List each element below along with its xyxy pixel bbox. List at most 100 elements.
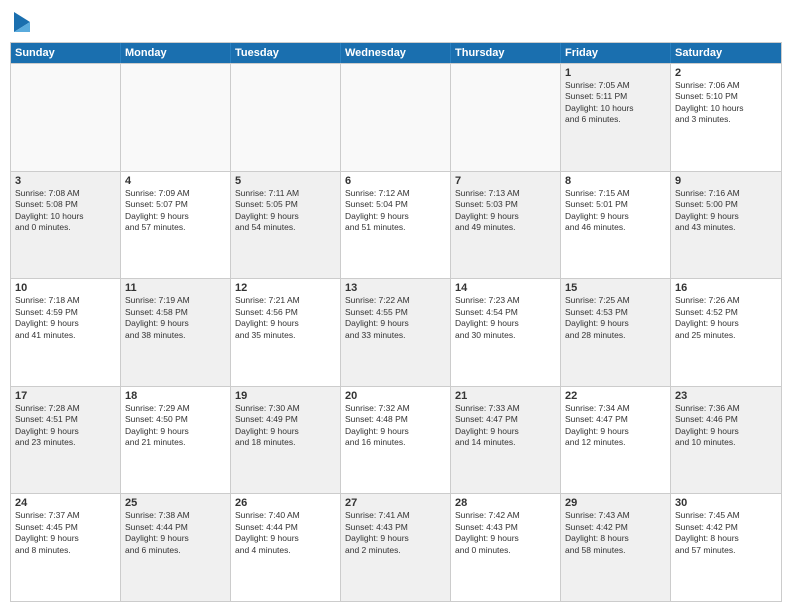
- header-day-sunday: Sunday: [11, 43, 121, 63]
- calendar-cell: [341, 64, 451, 171]
- calendar-cell: 4Sunrise: 7:09 AM Sunset: 5:07 PM Daylig…: [121, 172, 231, 279]
- day-info: Sunrise: 7:43 AM Sunset: 4:42 PM Dayligh…: [565, 510, 666, 556]
- day-number: 13: [345, 282, 446, 294]
- calendar-cell: 10Sunrise: 7:18 AM Sunset: 4:59 PM Dayli…: [11, 279, 121, 386]
- day-info: Sunrise: 7:11 AM Sunset: 5:05 PM Dayligh…: [235, 188, 336, 234]
- day-number: 15: [565, 282, 666, 294]
- header: [10, 10, 782, 34]
- calendar-cell: 14Sunrise: 7:23 AM Sunset: 4:54 PM Dayli…: [451, 279, 561, 386]
- calendar-cell: 27Sunrise: 7:41 AM Sunset: 4:43 PM Dayli…: [341, 494, 451, 601]
- calendar-row-3: 17Sunrise: 7:28 AM Sunset: 4:51 PM Dayli…: [11, 386, 781, 494]
- day-number: 14: [455, 282, 556, 294]
- calendar-row-4: 24Sunrise: 7:37 AM Sunset: 4:45 PM Dayli…: [11, 493, 781, 601]
- day-info: Sunrise: 7:12 AM Sunset: 5:04 PM Dayligh…: [345, 188, 446, 234]
- calendar-row-2: 10Sunrise: 7:18 AM Sunset: 4:59 PM Dayli…: [11, 278, 781, 386]
- day-number: 8: [565, 175, 666, 187]
- calendar-cell: 22Sunrise: 7:34 AM Sunset: 4:47 PM Dayli…: [561, 387, 671, 494]
- day-info: Sunrise: 7:15 AM Sunset: 5:01 PM Dayligh…: [565, 188, 666, 234]
- day-number: 4: [125, 175, 226, 187]
- page: SundayMondayTuesdayWednesdayThursdayFrid…: [0, 0, 792, 612]
- calendar-cell: 20Sunrise: 7:32 AM Sunset: 4:48 PM Dayli…: [341, 387, 451, 494]
- day-info: Sunrise: 7:09 AM Sunset: 5:07 PM Dayligh…: [125, 188, 226, 234]
- day-info: Sunrise: 7:40 AM Sunset: 4:44 PM Dayligh…: [235, 510, 336, 556]
- day-number: 12: [235, 282, 336, 294]
- day-info: Sunrise: 7:23 AM Sunset: 4:54 PM Dayligh…: [455, 295, 556, 341]
- header-day-tuesday: Tuesday: [231, 43, 341, 63]
- day-number: 18: [125, 390, 226, 402]
- calendar-cell: 21Sunrise: 7:33 AM Sunset: 4:47 PM Dayli…: [451, 387, 561, 494]
- calendar-cell: 30Sunrise: 7:45 AM Sunset: 4:42 PM Dayli…: [671, 494, 781, 601]
- day-info: Sunrise: 7:28 AM Sunset: 4:51 PM Dayligh…: [15, 403, 116, 449]
- calendar-cell: 16Sunrise: 7:26 AM Sunset: 4:52 PM Dayli…: [671, 279, 781, 386]
- calendar-cell: 6Sunrise: 7:12 AM Sunset: 5:04 PM Daylig…: [341, 172, 451, 279]
- calendar-cell: [451, 64, 561, 171]
- header-day-monday: Monday: [121, 43, 231, 63]
- day-number: 27: [345, 497, 446, 509]
- calendar-cell: 3Sunrise: 7:08 AM Sunset: 5:08 PM Daylig…: [11, 172, 121, 279]
- day-info: Sunrise: 7:32 AM Sunset: 4:48 PM Dayligh…: [345, 403, 446, 449]
- day-info: Sunrise: 7:29 AM Sunset: 4:50 PM Dayligh…: [125, 403, 226, 449]
- calendar-cell: 29Sunrise: 7:43 AM Sunset: 4:42 PM Dayli…: [561, 494, 671, 601]
- calendar-cell: 1Sunrise: 7:05 AM Sunset: 5:11 PM Daylig…: [561, 64, 671, 171]
- day-info: Sunrise: 7:05 AM Sunset: 5:11 PM Dayligh…: [565, 80, 666, 126]
- day-number: 2: [675, 67, 777, 79]
- day-number: 7: [455, 175, 556, 187]
- day-info: Sunrise: 7:33 AM Sunset: 4:47 PM Dayligh…: [455, 403, 556, 449]
- calendar-cell: [231, 64, 341, 171]
- calendar-cell: 17Sunrise: 7:28 AM Sunset: 4:51 PM Dayli…: [11, 387, 121, 494]
- calendar-cell: 15Sunrise: 7:25 AM Sunset: 4:53 PM Dayli…: [561, 279, 671, 386]
- calendar-cell: 24Sunrise: 7:37 AM Sunset: 4:45 PM Dayli…: [11, 494, 121, 601]
- day-number: 21: [455, 390, 556, 402]
- logo: [10, 10, 32, 34]
- header-day-saturday: Saturday: [671, 43, 781, 63]
- day-info: Sunrise: 7:36 AM Sunset: 4:46 PM Dayligh…: [675, 403, 777, 449]
- day-number: 29: [565, 497, 666, 509]
- calendar-cell: 25Sunrise: 7:38 AM Sunset: 4:44 PM Dayli…: [121, 494, 231, 601]
- calendar: SundayMondayTuesdayWednesdayThursdayFrid…: [10, 42, 782, 602]
- calendar-cell: 26Sunrise: 7:40 AM Sunset: 4:44 PM Dayli…: [231, 494, 341, 601]
- calendar-cell: 13Sunrise: 7:22 AM Sunset: 4:55 PM Dayli…: [341, 279, 451, 386]
- day-info: Sunrise: 7:22 AM Sunset: 4:55 PM Dayligh…: [345, 295, 446, 341]
- calendar-row-1: 3Sunrise: 7:08 AM Sunset: 5:08 PM Daylig…: [11, 171, 781, 279]
- day-number: 3: [15, 175, 116, 187]
- day-number: 17: [15, 390, 116, 402]
- logo-icon: [12, 10, 32, 34]
- day-info: Sunrise: 7:25 AM Sunset: 4:53 PM Dayligh…: [565, 295, 666, 341]
- day-info: Sunrise: 7:45 AM Sunset: 4:42 PM Dayligh…: [675, 510, 777, 556]
- day-number: 30: [675, 497, 777, 509]
- calendar-header: SundayMondayTuesdayWednesdayThursdayFrid…: [11, 43, 781, 63]
- day-info: Sunrise: 7:19 AM Sunset: 4:58 PM Dayligh…: [125, 295, 226, 341]
- day-info: Sunrise: 7:08 AM Sunset: 5:08 PM Dayligh…: [15, 188, 116, 234]
- calendar-cell: 8Sunrise: 7:15 AM Sunset: 5:01 PM Daylig…: [561, 172, 671, 279]
- day-info: Sunrise: 7:18 AM Sunset: 4:59 PM Dayligh…: [15, 295, 116, 341]
- day-info: Sunrise: 7:21 AM Sunset: 4:56 PM Dayligh…: [235, 295, 336, 341]
- calendar-cell: 23Sunrise: 7:36 AM Sunset: 4:46 PM Dayli…: [671, 387, 781, 494]
- day-info: Sunrise: 7:38 AM Sunset: 4:44 PM Dayligh…: [125, 510, 226, 556]
- calendar-cell: 19Sunrise: 7:30 AM Sunset: 4:49 PM Dayli…: [231, 387, 341, 494]
- day-number: 1: [565, 67, 666, 79]
- day-number: 6: [345, 175, 446, 187]
- day-info: Sunrise: 7:13 AM Sunset: 5:03 PM Dayligh…: [455, 188, 556, 234]
- day-number: 22: [565, 390, 666, 402]
- day-number: 25: [125, 497, 226, 509]
- day-info: Sunrise: 7:42 AM Sunset: 4:43 PM Dayligh…: [455, 510, 556, 556]
- calendar-cell: 2Sunrise: 7:06 AM Sunset: 5:10 PM Daylig…: [671, 64, 781, 171]
- day-number: 5: [235, 175, 336, 187]
- header-day-friday: Friday: [561, 43, 671, 63]
- day-info: Sunrise: 7:34 AM Sunset: 4:47 PM Dayligh…: [565, 403, 666, 449]
- day-number: 16: [675, 282, 777, 294]
- calendar-cell: 9Sunrise: 7:16 AM Sunset: 5:00 PM Daylig…: [671, 172, 781, 279]
- day-number: 19: [235, 390, 336, 402]
- day-info: Sunrise: 7:30 AM Sunset: 4:49 PM Dayligh…: [235, 403, 336, 449]
- calendar-cell: 7Sunrise: 7:13 AM Sunset: 5:03 PM Daylig…: [451, 172, 561, 279]
- calendar-cell: 12Sunrise: 7:21 AM Sunset: 4:56 PM Dayli…: [231, 279, 341, 386]
- day-number: 10: [15, 282, 116, 294]
- day-number: 23: [675, 390, 777, 402]
- day-info: Sunrise: 7:41 AM Sunset: 4:43 PM Dayligh…: [345, 510, 446, 556]
- header-day-thursday: Thursday: [451, 43, 561, 63]
- calendar-cell: 28Sunrise: 7:42 AM Sunset: 4:43 PM Dayli…: [451, 494, 561, 601]
- calendar-cell: [121, 64, 231, 171]
- day-number: 9: [675, 175, 777, 187]
- calendar-cell: 18Sunrise: 7:29 AM Sunset: 4:50 PM Dayli…: [121, 387, 231, 494]
- day-info: Sunrise: 7:06 AM Sunset: 5:10 PM Dayligh…: [675, 80, 777, 126]
